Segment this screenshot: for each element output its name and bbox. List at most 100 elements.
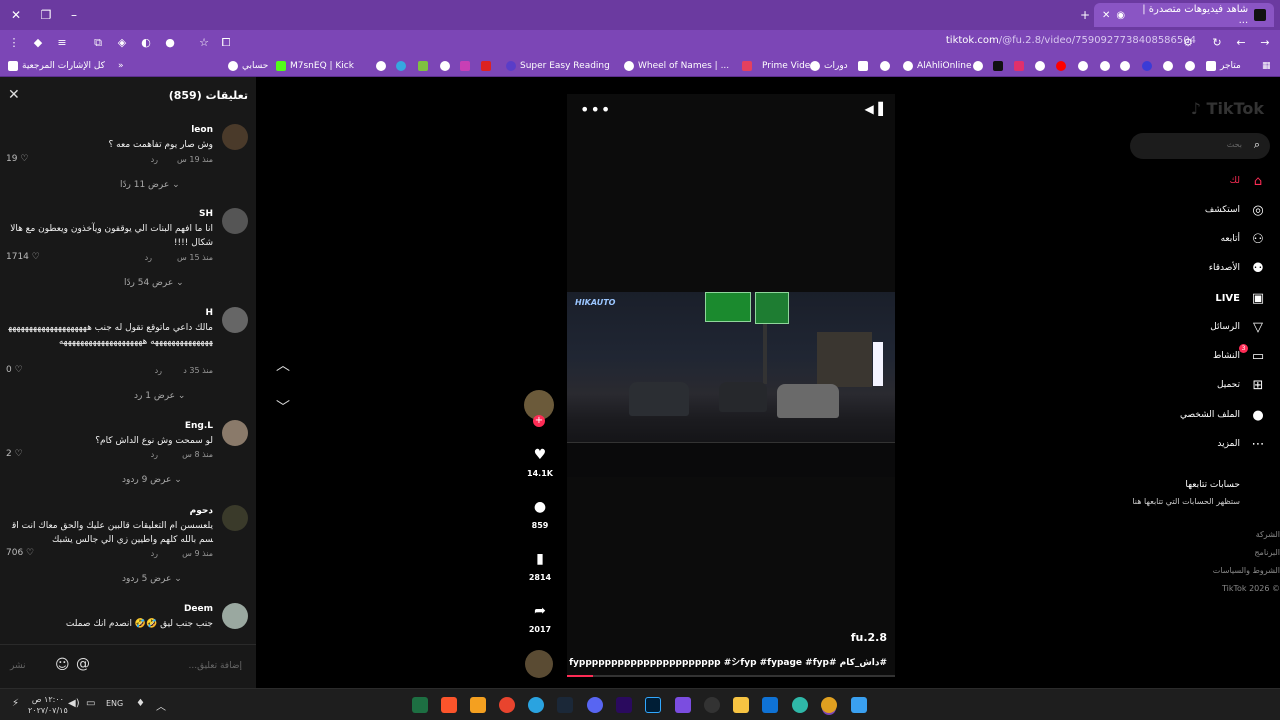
nav-profile[interactable]: ● الملف الشخصي (1180, 405, 1266, 425)
avatar[interactable] (222, 208, 248, 234)
tiktok-logo[interactable]: ♪ TikTok (1191, 99, 1264, 118)
bookmark-icon-only[interactable] (418, 59, 428, 73)
discord-icon[interactable] (587, 697, 603, 713)
like-count[interactable]: 1714 ♡ (6, 252, 40, 262)
tray-overflow-icon[interactable]: ︿ (156, 698, 166, 713)
extension-icon[interactable]: ◐ (138, 35, 154, 51)
close-window-icon[interactable]: ✕ (8, 7, 24, 23)
bookmark-icon-only[interactable] (1185, 59, 1195, 73)
bookmark-icon-only[interactable] (1100, 59, 1110, 73)
extension-icon[interactable]: ● (162, 35, 178, 51)
volume-icon[interactable]: ◀▐ (865, 102, 883, 116)
bookmark-all[interactable]: كل الإشارات المرجعية (8, 59, 105, 73)
site-settings-icon[interactable]: ⚙ (1180, 35, 1196, 51)
bookmark-icon-only[interactable] (1056, 59, 1066, 73)
like-count[interactable]: 2 ♡ (6, 449, 23, 459)
view-replies-button[interactable]: ⌄ عرض 11 ردًا (120, 180, 180, 190)
app-icon[interactable] (470, 697, 486, 713)
bookmark-icon-only[interactable] (880, 59, 890, 73)
comment-username[interactable]: SH (199, 209, 213, 219)
minimize-window-icon[interactable]: – (66, 7, 82, 23)
avatar[interactable] (222, 505, 248, 531)
nav-explore[interactable]: ◎ استكشف (1205, 200, 1266, 220)
edge-icon[interactable] (792, 697, 808, 713)
apps-grid-icon[interactable]: ▦ (1262, 59, 1271, 73)
extension-icon[interactable]: ◆ (30, 35, 46, 51)
nav-more[interactable]: ⋯ المزيد (1217, 434, 1266, 454)
bookmark-item[interactable]: Super Easy Reading (506, 59, 610, 73)
post-button[interactable]: نشر (10, 661, 26, 671)
share-button[interactable]: ➦ 2017 (523, 603, 557, 634)
bookmark-icon-only[interactable] (993, 59, 1003, 73)
restore-window-icon[interactable]: ❐ (38, 7, 54, 23)
bookmark-icon-only[interactable] (460, 59, 470, 73)
video-progress-bar[interactable] (567, 675, 895, 677)
bookmark-item[interactable]: حسابي (228, 59, 268, 73)
bookmark-icon-only[interactable] (376, 59, 386, 73)
tab-close-icon[interactable]: ✕ (1102, 10, 1110, 21)
mention-icon[interactable]: @ (76, 656, 90, 672)
display-icon[interactable]: ▭ (86, 698, 95, 709)
windows-start-icon[interactable] (851, 697, 867, 713)
volume-icon[interactable]: ◀) (68, 698, 80, 709)
view-replies-button[interactable]: ⌄ عرض 54 ردًا (124, 278, 184, 288)
view-replies-button[interactable]: ⌄ عرض 9 ردود (122, 475, 182, 485)
emoji-icon[interactable]: ☺ (55, 657, 70, 673)
save-button[interactable]: ▮ 2814 (523, 551, 557, 582)
avatar[interactable] (222, 124, 248, 150)
new-tab-icon[interactable]: + (1077, 7, 1093, 23)
nav-upload[interactable]: ⊞ تحميل (1217, 375, 1266, 395)
clock[interactable]: ١٢:٠٠ ص ٢٠٢٧/٠٧/١٥ (28, 694, 68, 716)
footer-link[interactable]: البرنامج (1254, 548, 1280, 557)
bookmark-item[interactable]: متاجر (1206, 59, 1241, 73)
network-icon[interactable]: ⚡ (12, 698, 19, 709)
premiere-icon[interactable] (616, 697, 632, 713)
music-disc-icon[interactable] (525, 650, 553, 678)
follow-plus-icon[interactable]: + (533, 415, 545, 427)
nav-for-you[interactable]: ⌂ لك (1230, 171, 1266, 191)
like-count[interactable]: 706 ♡ (6, 548, 34, 558)
close-icon[interactable]: ✕ (8, 87, 20, 103)
browser-tab[interactable]: شاهد فيديوهات متصدرة | ... ◉ ✕ (1094, 3, 1274, 27)
bookmark-item[interactable]: Wheel of Names | ... (624, 59, 729, 73)
comment-username[interactable]: H (205, 308, 213, 318)
bookmark-icon-only[interactable] (1163, 59, 1173, 73)
nav-live[interactable]: ▣ LIVE (1215, 288, 1266, 308)
previous-video-icon[interactable]: ︿ (274, 355, 292, 374)
reload-icon[interactable]: ↻ (1209, 35, 1225, 51)
nav-friends[interactable]: ⚉ الأصدقاء (1209, 258, 1266, 278)
video-player[interactable]: ••• ◀▐ HIKAUTO fu.2.8 #داش_كام #fypppppp… (567, 94, 895, 677)
comment-button[interactable]: ● 859 (523, 499, 557, 530)
comment-username[interactable]: دحوم (190, 506, 213, 516)
language-indicator[interactable]: ENG (106, 699, 123, 708)
more-options-icon[interactable]: ••• (580, 100, 611, 119)
bookmark-item[interactable]: M7snEQ | Kick (276, 59, 354, 73)
app-icon[interactable] (499, 697, 515, 713)
reply-button[interactable]: رد (155, 366, 162, 375)
like-count[interactable]: 0 ♡ (6, 365, 23, 375)
bookmark-icon-only[interactable] (858, 59, 868, 73)
footer-link[interactable]: الشروط والسياسات (1213, 566, 1280, 575)
bookmark-icon-only[interactable] (973, 59, 983, 73)
bookmark-icon-only[interactable] (1035, 59, 1045, 73)
bookmark-item[interactable]: AlAhliOnline (903, 59, 972, 73)
video-username[interactable]: fu.2.8 (851, 631, 887, 644)
photoshop-icon[interactable] (645, 697, 661, 713)
bookmark-icon-only[interactable] (1120, 59, 1130, 73)
bookmark-icon-only[interactable] (440, 59, 450, 73)
bookmark-icon-only[interactable] (396, 59, 406, 73)
excel-icon[interactable] (412, 697, 428, 713)
avatar[interactable] (222, 307, 248, 333)
comment-username[interactable]: Eng.L (185, 421, 213, 431)
view-replies-button[interactable]: ⌄ عرض 5 ردود (122, 574, 182, 584)
menu-icon[interactable]: ⋮ (6, 35, 22, 51)
microphone-icon[interactable]: ♦ (136, 698, 145, 709)
extension-icon[interactable]: ≡ (54, 35, 70, 51)
bookmark-icon-only[interactable] (1078, 59, 1088, 73)
app-icon[interactable] (704, 697, 720, 713)
like-count[interactable]: 19 ♡ (6, 154, 28, 164)
file-explorer-icon[interactable] (733, 697, 749, 713)
store-icon[interactable] (762, 697, 778, 713)
app-icon[interactable] (675, 697, 691, 713)
url-field[interactable]: tiktok.com/@fu.2.8/video/759092773840858… (946, 35, 1196, 46)
